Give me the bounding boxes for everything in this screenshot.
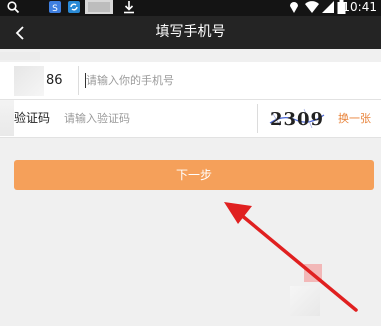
annotation-arrow-icon: [224, 202, 358, 312]
